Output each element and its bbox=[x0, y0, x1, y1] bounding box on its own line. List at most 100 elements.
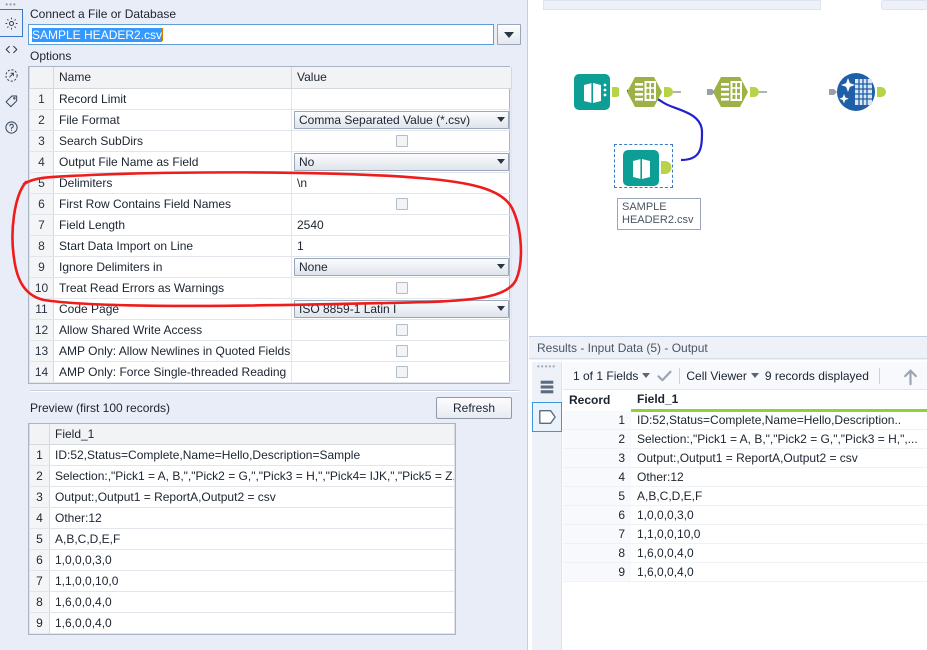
options-row-combo[interactable]: Comma Separated Value (*.csv) bbox=[291, 108, 512, 131]
options-row[interactable]: 9 Ignore Delimiters in None bbox=[29, 255, 512, 278]
results-row[interactable]: 2 Selection:,"Pick1 = A, B,","Pick2 = G,"… bbox=[563, 429, 927, 449]
options-row[interactable]: 12 Allow Shared Write Access bbox=[29, 318, 512, 341]
preview-row[interactable]: 1 ID:52,Status=Complete,Name=Hello,Descri… bbox=[29, 444, 455, 466]
options-row-name: Start Data Import on Line bbox=[53, 234, 292, 257]
results-row[interactable]: 5 A,B,C,D,E,F bbox=[563, 486, 927, 506]
results-row[interactable]: 9 1,6,0,0,4,0 bbox=[563, 562, 927, 582]
checkbox-icon[interactable] bbox=[395, 345, 408, 358]
options-row-checkbox[interactable] bbox=[291, 318, 512, 341]
gear-icon[interactable] bbox=[0, 9, 23, 37]
options-row[interactable]: 3 Search SubDirs bbox=[29, 129, 512, 152]
results-content: ••••• 1 of 1 Fields Cell Viewer 9 record… bbox=[529, 360, 927, 650]
preview-row[interactable]: 8 1,6,0,0,4,0 bbox=[29, 591, 455, 613]
results-rail-drag-handle[interactable]: ••••• bbox=[532, 362, 561, 372]
results-row[interactable]: 1 ID:52,Status=Complete,Name=Hello,Descri… bbox=[563, 410, 927, 430]
options-row[interactable]: 6 First Row Contains Field Names bbox=[29, 192, 512, 215]
cell-viewer-selector[interactable]: Cell Viewer bbox=[686, 369, 759, 383]
results-row-index: 5 bbox=[563, 486, 631, 506]
results-row[interactable]: 4 Other:12 bbox=[563, 467, 927, 487]
runtime-icon[interactable] bbox=[0, 62, 22, 88]
options-row-index: 2 bbox=[29, 108, 54, 131]
checkmark-icon[interactable] bbox=[656, 369, 673, 383]
checkbox-icon[interactable] bbox=[395, 198, 408, 211]
output-anchor-icon[interactable] bbox=[532, 402, 562, 432]
rail-drag-handle[interactable]: ••• bbox=[0, 0, 22, 10]
options-row[interactable]: 4 Output File Name as Field No bbox=[29, 150, 512, 173]
results-row[interactable]: 3 Output:,Output1 = ReportA,Output2 = csv bbox=[563, 448, 927, 468]
options-row-text[interactable]: 2540 bbox=[291, 213, 512, 236]
help-icon[interactable] bbox=[0, 114, 22, 140]
preview-col-index bbox=[29, 423, 50, 445]
checkbox-icon[interactable] bbox=[395, 366, 408, 379]
options-row[interactable]: 7 Field Length 2540 bbox=[29, 213, 512, 236]
preview-row[interactable]: 2 Selection:,"Pick1 = A, B,","Pick2 = G,"… bbox=[29, 465, 455, 487]
options-row[interactable]: 5 Delimiters \n bbox=[29, 171, 512, 194]
results-row[interactable]: 8 1,6,0,0,4,0 bbox=[563, 543, 927, 563]
options-row[interactable]: 14 AMP Only: Force Single-threaded Readin… bbox=[29, 360, 512, 383]
options-row-name: Allow Shared Write Access bbox=[53, 318, 292, 341]
node-select-1[interactable] bbox=[624, 72, 684, 115]
file-dropdown-button[interactable] bbox=[497, 24, 521, 45]
record-list-icon[interactable] bbox=[532, 372, 562, 402]
options-row-value: Comma Separated Value (*.csv) bbox=[299, 112, 471, 127]
checkbox-icon[interactable] bbox=[395, 324, 408, 337]
results-toolbar: 1 of 1 Fields Cell Viewer 9 records disp… bbox=[563, 362, 927, 390]
options-row-combo[interactable]: None bbox=[291, 255, 512, 278]
options-row-checkbox[interactable] bbox=[291, 360, 512, 383]
options-row[interactable]: 2 File Format Comma Separated Value (*.csv… bbox=[29, 108, 512, 131]
arrow-up-icon[interactable] bbox=[902, 368, 919, 389]
node-input-data-top[interactable] bbox=[573, 72, 621, 115]
options-row[interactable]: 8 Start Data Import on Line 1 bbox=[29, 234, 512, 257]
workflow-canvas[interactable]: SAMPLE HEADER2.csv bbox=[529, 0, 927, 336]
node-select-2[interactable] bbox=[707, 72, 767, 115]
refresh-button[interactable]: Refresh bbox=[436, 396, 512, 419]
results-row-value: 1,6,0,0,4,0 bbox=[631, 543, 927, 563]
options-row-value: No bbox=[299, 154, 315, 169]
options-row-text[interactable]: \n bbox=[291, 171, 512, 194]
options-row-name: Output File Name as Field bbox=[53, 150, 292, 173]
code-icon[interactable] bbox=[0, 36, 22, 62]
results-header-row: Record Field_1 bbox=[563, 390, 927, 412]
file-path-value: SAMPLE HEADER2.csv bbox=[32, 27, 163, 42]
preview-row-index: 6 bbox=[29, 549, 50, 571]
fields-label: 1 of 1 Fields bbox=[573, 368, 639, 383]
node-data-cleansing[interactable] bbox=[829, 70, 893, 117]
checkbox-icon[interactable] bbox=[395, 135, 408, 148]
options-row[interactable]: 10 Treat Read Errors as Warnings bbox=[29, 276, 512, 299]
file-path-input[interactable]: SAMPLE HEADER2.csv bbox=[28, 24, 494, 45]
preview-row[interactable]: 4 Other:12 bbox=[29, 507, 455, 529]
checkbox-icon[interactable] bbox=[395, 282, 408, 295]
preview-row[interactable]: 6 1,0,0,0,3,0 bbox=[29, 549, 455, 571]
results-row[interactable]: 6 1,0,0,0,3,0 bbox=[563, 505, 927, 525]
options-row[interactable]: 11 Code Page ISO 8859-1 Latin I bbox=[29, 297, 512, 320]
results-row[interactable]: 7 1,1,0,0,10,0 bbox=[563, 524, 927, 544]
results-col-record: Record bbox=[563, 390, 631, 411]
options-row-value bbox=[294, 92, 297, 106]
results-row-value: 1,1,0,0,10,0 bbox=[631, 524, 927, 544]
preview-table: Field_1 1 ID:52,Status=Complete,Name=Hell… bbox=[29, 423, 455, 634]
preview-row[interactable]: 3 Output:,Output1 = ReportA,Output2 = csv bbox=[29, 486, 455, 508]
options-row-combo[interactable]: ISO 8859-1 Latin I bbox=[291, 297, 512, 320]
options-row-text[interactable] bbox=[291, 87, 512, 110]
preview-row[interactable]: 5 A,B,C,D,E,F bbox=[29, 528, 455, 550]
options-row-checkbox[interactable] bbox=[291, 192, 512, 215]
options-row-text[interactable]: 1 bbox=[291, 234, 512, 257]
results-row-value: Selection:,"Pick1 = A, B,","Pick2 = G,",… bbox=[631, 429, 927, 449]
preview-row[interactable]: 7 1,1,0,0,10,0 bbox=[29, 570, 455, 592]
options-row-checkbox[interactable] bbox=[291, 276, 512, 299]
options-row-checkbox[interactable] bbox=[291, 339, 512, 362]
preview-col-field1: Field_1 bbox=[49, 423, 455, 445]
preview-row[interactable]: 9 1,6,0,0,4,0 bbox=[29, 612, 455, 634]
annotation-icon[interactable] bbox=[0, 88, 22, 114]
options-row-name: AMP Only: Allow Newlines in Quoted Field… bbox=[53, 339, 292, 362]
chevron-down-icon bbox=[497, 264, 505, 269]
options-col-value: Value bbox=[291, 67, 512, 89]
node-input-data-sample[interactable] bbox=[622, 148, 677, 191]
options-row[interactable]: 1 Record Limit bbox=[29, 87, 512, 110]
options-row[interactable]: 13 AMP Only: Allow Newlines in Quoted Fie… bbox=[29, 339, 512, 362]
results-grid[interactable]: Record Field_1 1 ID:52,Status=Complete,Na… bbox=[563, 390, 927, 650]
options-row-combo[interactable]: No bbox=[291, 150, 512, 173]
fields-selector[interactable]: 1 of 1 Fields bbox=[573, 368, 651, 383]
options-row-checkbox[interactable] bbox=[291, 129, 512, 152]
preview-row-index: 3 bbox=[29, 486, 50, 508]
